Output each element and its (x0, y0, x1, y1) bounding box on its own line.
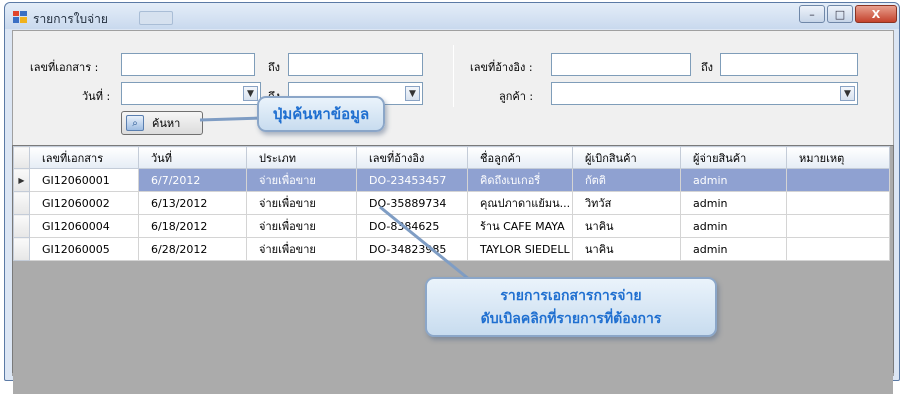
cell-customer[interactable]: TAYLOR SIEDELL (467, 237, 573, 261)
search-button[interactable]: ⌕ ค้นหา (121, 111, 203, 135)
section-divider (453, 45, 454, 107)
grid-callout: รายการเอกสารการจ่าย ดับเบิลคลิกที่รายการ… (425, 277, 717, 337)
close-button[interactable]: X (855, 5, 897, 23)
table-row[interactable]: ▶ GI12060001 6/7/2012 จ่ายเพื่อขาย DO-23… (13, 168, 890, 192)
grid-header-row: เลขที่เอกสาร วันที่ ประเภท เลขที่อ้างอิง… (13, 146, 890, 169)
cell-requester[interactable]: วิทวัส (572, 191, 681, 215)
cell-ref-no[interactable]: DO-8384625 (356, 214, 468, 238)
cell-ref-no[interactable]: DO-23453457 (356, 168, 468, 192)
cell-date[interactable]: 6/13/2012 (138, 191, 247, 215)
row-header[interactable] (13, 191, 30, 215)
cell-remark[interactable] (786, 191, 890, 215)
column-header-issuer[interactable]: ผู้จ่ายสินค้า (680, 146, 787, 169)
column-header-remark[interactable]: หมายเหตุ (786, 146, 890, 169)
documents-grid[interactable]: เลขที่เอกสาร วันที่ ประเภท เลขที่อ้างอิง… (12, 145, 894, 394)
cell-requester[interactable]: นาคิน (572, 214, 681, 238)
search-icon: ⌕ (126, 115, 144, 131)
chevron-down-icon[interactable]: ▼ (243, 86, 258, 101)
grid-callout-line2: ดับเบิลคลิกที่รายการที่ต้องการ (480, 311, 662, 327)
row-header-corner (13, 146, 30, 169)
cell-remark[interactable] (786, 237, 890, 261)
cell-issuer[interactable]: admin (680, 168, 787, 192)
table-row[interactable]: GI12060004 6/18/2012 จ่ายเพื่อขาย DO-838… (13, 214, 890, 238)
ref-no-from-input[interactable] (551, 53, 691, 76)
column-header-ref-no[interactable]: เลขที่อ้างอิง (356, 146, 468, 169)
chevron-down-icon[interactable]: ▼ (405, 86, 420, 101)
column-header-type[interactable]: ประเภท (246, 146, 357, 169)
cell-remark[interactable] (786, 168, 890, 192)
column-header-customer[interactable]: ชื่อลูกค้า (467, 146, 573, 169)
window-title: รายการใบจ่าย (33, 12, 108, 26)
doc-no-label: เลขที่เอกสาร : (30, 61, 99, 74)
cell-requester[interactable]: กัตติ (572, 168, 681, 192)
grid-callout-line1: รายการเอกสารการจ่าย (500, 288, 642, 304)
cell-date[interactable]: 6/28/2012 (138, 237, 247, 261)
cell-date[interactable]: 6/18/2012 (138, 214, 247, 238)
table-row[interactable]: GI12060002 6/13/2012 จ่ายเพื่อขาย DO-358… (13, 191, 890, 215)
column-header-doc-no[interactable]: เลขที่เอกสาร (29, 146, 139, 169)
doc-no-to-input[interactable] (288, 53, 423, 76)
cell-ref-no[interactable]: DO-35889734 (356, 191, 468, 215)
window-app-icon (13, 11, 27, 23)
table-row[interactable]: GI12060005 6/28/2012 จ่ายเพื่อขาย DO-348… (13, 237, 890, 261)
date-from-picker[interactable]: ▼ (121, 82, 261, 105)
cell-issuer[interactable]: admin (680, 237, 787, 261)
cell-type[interactable]: จ่ายเพื่อขาย (246, 214, 357, 238)
cell-customer[interactable]: คิดถึงเบเกอรี่ (467, 168, 573, 192)
cell-type[interactable]: จ่ายเพื่อขาย (246, 191, 357, 215)
maximize-button[interactable]: □ (827, 5, 853, 23)
cell-customer[interactable]: ร้าน CAFE MAYA (467, 214, 573, 238)
cell-doc-no[interactable]: GI12060001 (29, 168, 139, 192)
customer-label: ลูกค้า : (499, 90, 534, 103)
cell-date[interactable]: 6/7/2012 (138, 168, 247, 192)
ref-no-to-label: ถึง (701, 61, 714, 74)
cell-type[interactable]: จ่ายเพื่อขาย (246, 168, 357, 192)
row-header[interactable] (13, 237, 30, 261)
column-header-date[interactable]: วันที่ (138, 146, 247, 169)
chevron-down-icon[interactable]: ▼ (840, 86, 855, 101)
doc-no-to-label: ถึง (268, 61, 281, 74)
title-tab-decoration (139, 11, 173, 25)
search-callout-text: ปุ่มค้นหาข้อมูล (272, 105, 370, 123)
doc-no-from-input[interactable] (121, 53, 255, 76)
cell-requester[interactable]: นาคิน (572, 237, 681, 261)
cell-issuer[interactable]: admin (680, 191, 787, 215)
date-label: วันที่ : (82, 90, 111, 103)
column-header-requester[interactable]: ผู้เบิกสินค้า (572, 146, 681, 169)
search-button-callout: ปุ่มค้นหาข้อมูล (257, 96, 385, 132)
row-indicator-icon: ▶ (13, 168, 30, 192)
ref-no-label: เลขที่อ้างอิง : (470, 61, 533, 74)
cell-doc-no[interactable]: GI12060002 (29, 191, 139, 215)
search-button-label: ค้นหา (152, 117, 181, 130)
ref-no-to-input[interactable] (720, 53, 858, 76)
cell-remark[interactable] (786, 214, 890, 238)
documents-table: เลขที่เอกสาร วันที่ ประเภท เลขที่อ้างอิง… (13, 146, 890, 261)
cell-customer[interactable]: คุณปภาดาแย้มน... (467, 191, 573, 215)
cell-type[interactable]: จ่ายเพื่อขาย (246, 237, 357, 261)
row-header[interactable] (13, 214, 30, 238)
cell-issuer[interactable]: admin (680, 214, 787, 238)
title-bar[interactable]: รายการใบจ่าย – □ X (5, 3, 899, 29)
customer-select[interactable]: ▼ (551, 82, 858, 105)
cell-ref-no[interactable]: DO-34823985 (356, 237, 468, 261)
cell-doc-no[interactable]: GI12060004 (29, 214, 139, 238)
minimize-button[interactable]: – (799, 5, 825, 23)
cell-doc-no[interactable]: GI12060005 (29, 237, 139, 261)
